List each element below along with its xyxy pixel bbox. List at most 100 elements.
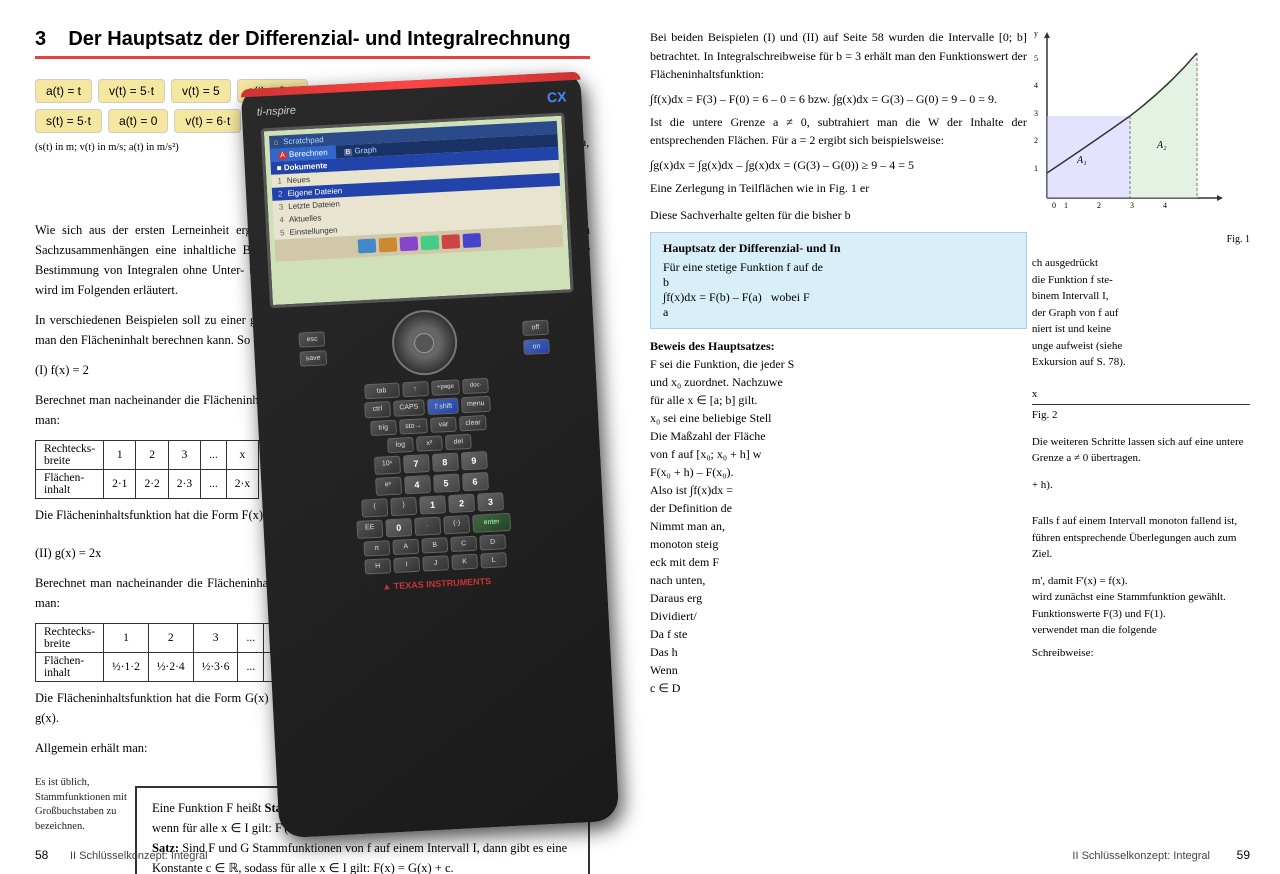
btn-A[interactable]: A [392,539,419,555]
tab-graph[interactable]: B Graph [335,143,385,159]
chapter-number: 3 [35,28,46,50]
hauptsatz-box: Hauptsatz der Differenzial- und In­ Für … [650,232,1027,329]
table-cell: ½·1·2 [104,653,149,682]
icon2 [378,237,397,252]
ex-button[interactable]: eˣ [375,477,402,496]
pi-button[interactable]: π [363,540,390,556]
btn-L[interactable]: L [480,552,507,568]
formula-box: a(t) = 0 [108,109,168,133]
trig-button[interactable]: trig [370,420,397,436]
menu-label-2: Eigene Dateien [287,186,342,198]
svg-text:y: y [1034,29,1038,38]
svg-text:1: 1 [1064,201,1068,210]
btn-1[interactable]: 1 [419,495,446,514]
doc-button[interactable]: doc· [462,378,489,394]
btn-5[interactable]: 5 [433,474,460,493]
btn-7[interactable]: 7 [402,454,429,473]
right-col-text6: m', damit F'(x) = f(x). wird zunächst ei… [1032,573,1250,639]
table-cell: ½·3·6 [193,653,238,682]
caps-button[interactable]: CAPS [393,399,425,417]
shift-button[interactable]: ⇧shift [427,397,458,415]
icon6 [462,233,481,248]
dot-button[interactable]: . [414,517,441,536]
nav-pad[interactable] [390,308,458,376]
ctrl-button[interactable]: ctrl [364,401,391,418]
enter-button[interactable]: enter [472,513,511,533]
var-button[interactable]: var [430,417,457,433]
right-intro: Bei beiden Beispielen (I) und (II) auf S… [650,28,1027,84]
svg-text:2: 2 [1097,201,1101,210]
fig1-label: Fig. 1 [1032,234,1250,245]
svg-text:4: 4 [1163,201,1167,210]
btn-K[interactable]: K [451,554,478,570]
menu-button[interactable]: menu [461,396,491,414]
table-cell: 3 [193,624,238,653]
page-number-left: 58 [35,848,48,862]
menu-num-3: 3 [279,202,284,211]
btn-I[interactable]: I [393,557,420,573]
up-button[interactable]: ↑ [402,381,429,397]
esc-button[interactable]: esc [299,331,326,347]
table-cell: Flächen-inhalt [36,653,104,682]
right-col-text2: x Fig. 2 [1032,386,1250,424]
left-nav-buttons: esc save [298,331,327,366]
formula-box: v(t) = 5·t [98,79,165,103]
right-text-column: Bei beiden Beispielen (I) und (II) auf S… [650,28,1027,697]
calc-nav-area: esc save off on [265,302,584,383]
nav-center[interactable] [414,332,435,353]
formula-box: v(t) = 5 [171,79,231,103]
table-cell: Rechtecks-breite [36,441,104,470]
icon5 [441,234,460,249]
svg-text:0: 0 [1052,201,1056,210]
hauptsatz-title: Hauptsatz der Differenzial- und In­ [663,241,1014,256]
page-button[interactable]: +page [431,379,461,395]
table-cell: 2·2 [136,470,168,499]
paren-open[interactable]: ( [361,498,388,517]
btn-J[interactable]: J [422,555,449,571]
svg-text:3: 3 [1034,109,1038,118]
btn-3[interactable]: 3 [477,492,504,511]
off-button[interactable]: off [522,319,549,335]
menu-num-4: 4 [279,215,284,224]
btn-H[interactable]: H [364,558,391,574]
paren-close[interactable]: ) [390,497,417,516]
btn-4[interactable]: 4 [404,475,431,494]
sto-button[interactable]: sto→ [399,418,428,434]
calc-brand: ti-nspire [257,105,297,119]
page-label-right: II Schlüsselkonzept: Integral [1072,850,1210,862]
svg-text:2: 2 [1034,136,1038,145]
btn-8[interactable]: 8 [431,453,458,472]
10x-button[interactable]: 10ˣ [374,456,401,475]
calc-screen-inner: ⌂ Scratchpad A Berechnen B Graph [264,116,571,305]
btn-2[interactable]: 2 [448,494,475,513]
nav-circle[interactable] [390,308,458,376]
save-button[interactable]: save [299,350,327,366]
menu-label-5: Einstellungen [289,226,337,238]
menu-num: 1 [277,176,282,185]
btn-D[interactable]: D [479,534,506,550]
btn-9[interactable]: 9 [460,451,487,470]
table-cell: 2·1 [104,470,136,499]
ee-button[interactable]: EE [356,520,383,539]
menu-label-4: Aktuelles [289,213,322,224]
chapter-heading: 3 Der Hauptsatz der Differenzial- und In… [35,28,590,59]
btn-6[interactable]: 6 [462,472,489,491]
del-button[interactable]: del [445,434,472,450]
on-button[interactable]: on [523,338,550,354]
x2-button[interactable]: x² [416,435,443,451]
right-content: Bei beiden Beispielen (I) und (II) auf S… [650,28,1250,697]
table-cell: 2·x [226,470,258,499]
log-button[interactable]: log [387,437,414,453]
ti-text: ▲ TEXAS INSTRUMENTS [382,576,491,592]
tab-button[interactable]: tab [364,383,400,400]
btn-0[interactable]: 0 [385,518,412,537]
icon4 [420,235,439,250]
btn-C[interactable]: C [450,536,477,552]
right-col-text5: Falls f auf einem Intervall monoton fall… [1032,513,1250,563]
clear-button[interactable]: clear [459,415,487,431]
formula-box: s(t) = 5·t [35,109,102,133]
neg-button[interactable]: (-) [443,515,470,534]
formula-box: a(t) = t [35,79,92,103]
right-text4: Diese Sachverhalte gelten für die bisher… [650,206,1027,225]
btn-B[interactable]: B [421,537,448,553]
